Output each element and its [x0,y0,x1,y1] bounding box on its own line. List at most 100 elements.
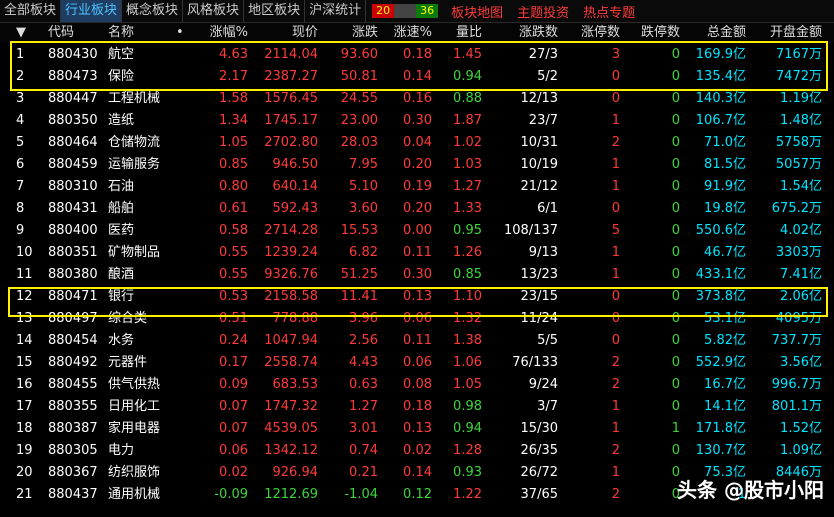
cell-ratio: 1.28 [453,443,482,458]
header-open-amount[interactable]: 开盘金额 [752,23,822,43]
cell-name: 元器件 [108,355,148,370]
cell-ratio: 1.02 [453,135,482,150]
cell-limit-down: 0 [671,201,680,216]
header-name[interactable]: 名称 [108,23,134,43]
cell-price: 1342.12 [264,443,318,458]
cell-ratio: 1.33 [453,201,482,216]
cell-updown: 37/65 [520,487,558,502]
header-limit-down[interactable]: 跌停数 [626,23,680,43]
cell-name: 酿酒 [108,267,135,282]
header-speed[interactable]: 涨速% [384,23,432,43]
cell-limit-down: 0 [671,113,680,128]
cell-name: 仓储物流 [108,135,161,150]
table-row[interactable]: 1 880430 航空 4.63 2114.04 93.60 0.18 1.45 27/3 3 0 1… [0,44,834,66]
cell-price: 640.14 [272,179,319,194]
link-0[interactable]: 板块地图 [444,2,510,21]
table-row[interactable]: 18 880387 家用电器 0.07 4539.05 3.01 0.13 0.94 15/30… [0,418,834,440]
cell-change: 15.53 [340,223,378,238]
table-row[interactable]: 10 880351 矿物制品 0.55 1239.24 6.82 0.11 1.26 9/13 1… [0,242,834,264]
table-row[interactable]: 17 880355 日用化工 0.07 1747.32 1.27 0.18 0.98 3/7 1 0… [0,396,834,418]
cell-change: 7.95 [349,157,378,172]
tab-5[interactable]: 沪深统计 [305,0,367,22]
cell-pct: 2.17 [219,69,248,84]
cell-name: 日用化工 [108,399,161,414]
table-row[interactable]: 3 880447 工程机械 1.58 1576.45 24.55 0.16 0.88 12/13… [0,88,834,110]
cell-pct: 1.05 [219,135,248,150]
header-ratio[interactable]: 量比 [436,23,482,43]
table-row[interactable]: 15 880492 元器件 0.17 2558.74 4.43 0.06 1.06 76/133… [0,352,834,374]
cell-open-amount: 4095万 [775,311,822,326]
header-pct[interactable]: 涨幅% [196,23,248,43]
cell-amount: 169.9亿 [695,47,746,62]
table-row[interactable]: 4 880350 造纸 1.34 1745.17 23.00 0.30 1.87 23/7 1 0 1… [0,110,834,132]
cell-pct: 0.24 [219,333,248,348]
table-row[interactable]: 2 880473 保险 2.17 2387.27 50.81 0.14 0.94 5/2 0 0 13… [0,66,834,88]
cell-idx: 9 [16,223,25,238]
cell-speed: 0.19 [403,179,432,194]
cell-open-amount: 1.48亿 [780,113,822,128]
header-amount[interactable]: 总金额 [686,23,746,43]
cell-name: 电力 [108,443,135,458]
cell-limit-up: 1 [611,465,620,480]
link-1[interactable]: 主题投资 [510,2,576,21]
table-row[interactable]: 9 880400 医药 0.58 2714.28 15.53 0.00 0.95 108/137… [0,220,834,242]
cell-idx: 3 [16,91,25,106]
cell-name: 船舶 [108,201,135,216]
cell-limit-up: 1 [611,157,620,172]
tab-4[interactable]: 地区板块 [244,0,306,22]
cell-pct: 1.58 [219,91,248,106]
cell-idx: 11 [16,267,33,282]
table-row[interactable]: 11 880380 酿酒 0.55 9326.76 51.25 0.30 0.85 13/23 1… [0,264,834,286]
table-row[interactable]: 12 880471 银行 0.53 2158.58 11.41 0.13 1.10 23/15 0… [0,286,834,308]
cell-idx: 7 [16,179,25,194]
cell-pct: 0.53 [219,289,248,304]
table-row[interactable]: 16 880455 供气供热 0.09 683.53 0.63 0.08 1.05 9/24 2 0… [0,374,834,396]
cell-open-amount: 7472万 [775,69,822,84]
sort-down-icon[interactable]: ▼ [16,23,26,43]
cell-speed: 0.16 [403,91,432,106]
link-2[interactable]: 热点专题 [576,2,642,21]
cell-limit-down: 0 [671,267,680,282]
tab-0[interactable]: 全部板块 [0,0,62,22]
table-row[interactable]: 14 880454 水务 0.24 1047.94 2.56 0.11 1.38 5/5 0 0 5.… [0,330,834,352]
table-row[interactable]: 6 880459 运输服务 0.85 946.50 7.95 0.20 1.03 10/19 1 0… [0,154,834,176]
tab-1[interactable]: 行业板块 [61,0,123,22]
cell-speed: 0.11 [403,245,432,260]
table-row[interactable]: 19 880305 电力 0.06 1342.12 0.74 0.02 1.28 26/35 2 0… [0,440,834,462]
table-row[interactable]: 5 880464 仓储物流 1.05 2702.80 28.03 0.04 1.02 10/31… [0,132,834,154]
cell-limit-up: 1 [611,267,620,282]
cell-price: 592.43 [272,201,319,216]
cell-amount: 5.82亿 [704,333,746,348]
cell-speed: 0.06 [403,355,432,370]
cell-speed: 0.18 [403,399,432,414]
cell-amount: 373.8亿 [695,289,746,304]
cell-pct: 4.63 [219,47,248,62]
header-code[interactable]: 代码 [48,23,74,43]
header-limit-up[interactable]: 涨停数 [566,23,620,43]
cell-name: 造纸 [108,113,135,128]
cell-speed: 0.08 [403,377,432,392]
tab-3[interactable]: 风格板块 [183,0,245,22]
cell-pct: 0.07 [219,399,248,414]
header-price[interactable]: 现价 [256,23,318,43]
table-row[interactable]: 8 880431 船舶 0.61 592.43 3.60 0.20 1.33 6/1 0 0 19.8… [0,198,834,220]
cell-change: 28.03 [340,135,378,150]
tab-2[interactable]: 概念板块 [122,0,184,22]
cell-pct: 0.07 [219,421,248,436]
cell-limit-down: 0 [671,69,680,84]
cell-limit-up: 1 [611,421,620,436]
cell-limit-down: 0 [671,245,680,260]
cell-code: 880455 [48,377,98,392]
cell-updown: 5/2 [537,69,558,84]
cell-price: 2558.74 [264,355,318,370]
cell-change: 0.21 [349,465,378,480]
table-row[interactable]: 13 880497 综合类 0.51 778.88 3.96 0.06 1.32 11/24 0 0… [0,308,834,330]
header-change[interactable]: 涨跌 [326,23,378,43]
header-updown[interactable]: 涨跌数 [500,23,558,43]
cell-idx: 18 [16,421,33,436]
cell-amount: 71.0亿 [704,135,746,150]
sector-tab-bar: 全部板块 行业板块 概念板块 风格板块 地区板块 沪深统计 20 36 板块地图 主题投资 热点专题 [0,0,834,23]
cell-speed: 0.02 [403,443,432,458]
cell-speed: 0.20 [403,201,432,216]
table-row[interactable]: 7 880310 石油 0.80 640.14 5.10 0.19 1.27 21/12 1 0 91… [0,176,834,198]
